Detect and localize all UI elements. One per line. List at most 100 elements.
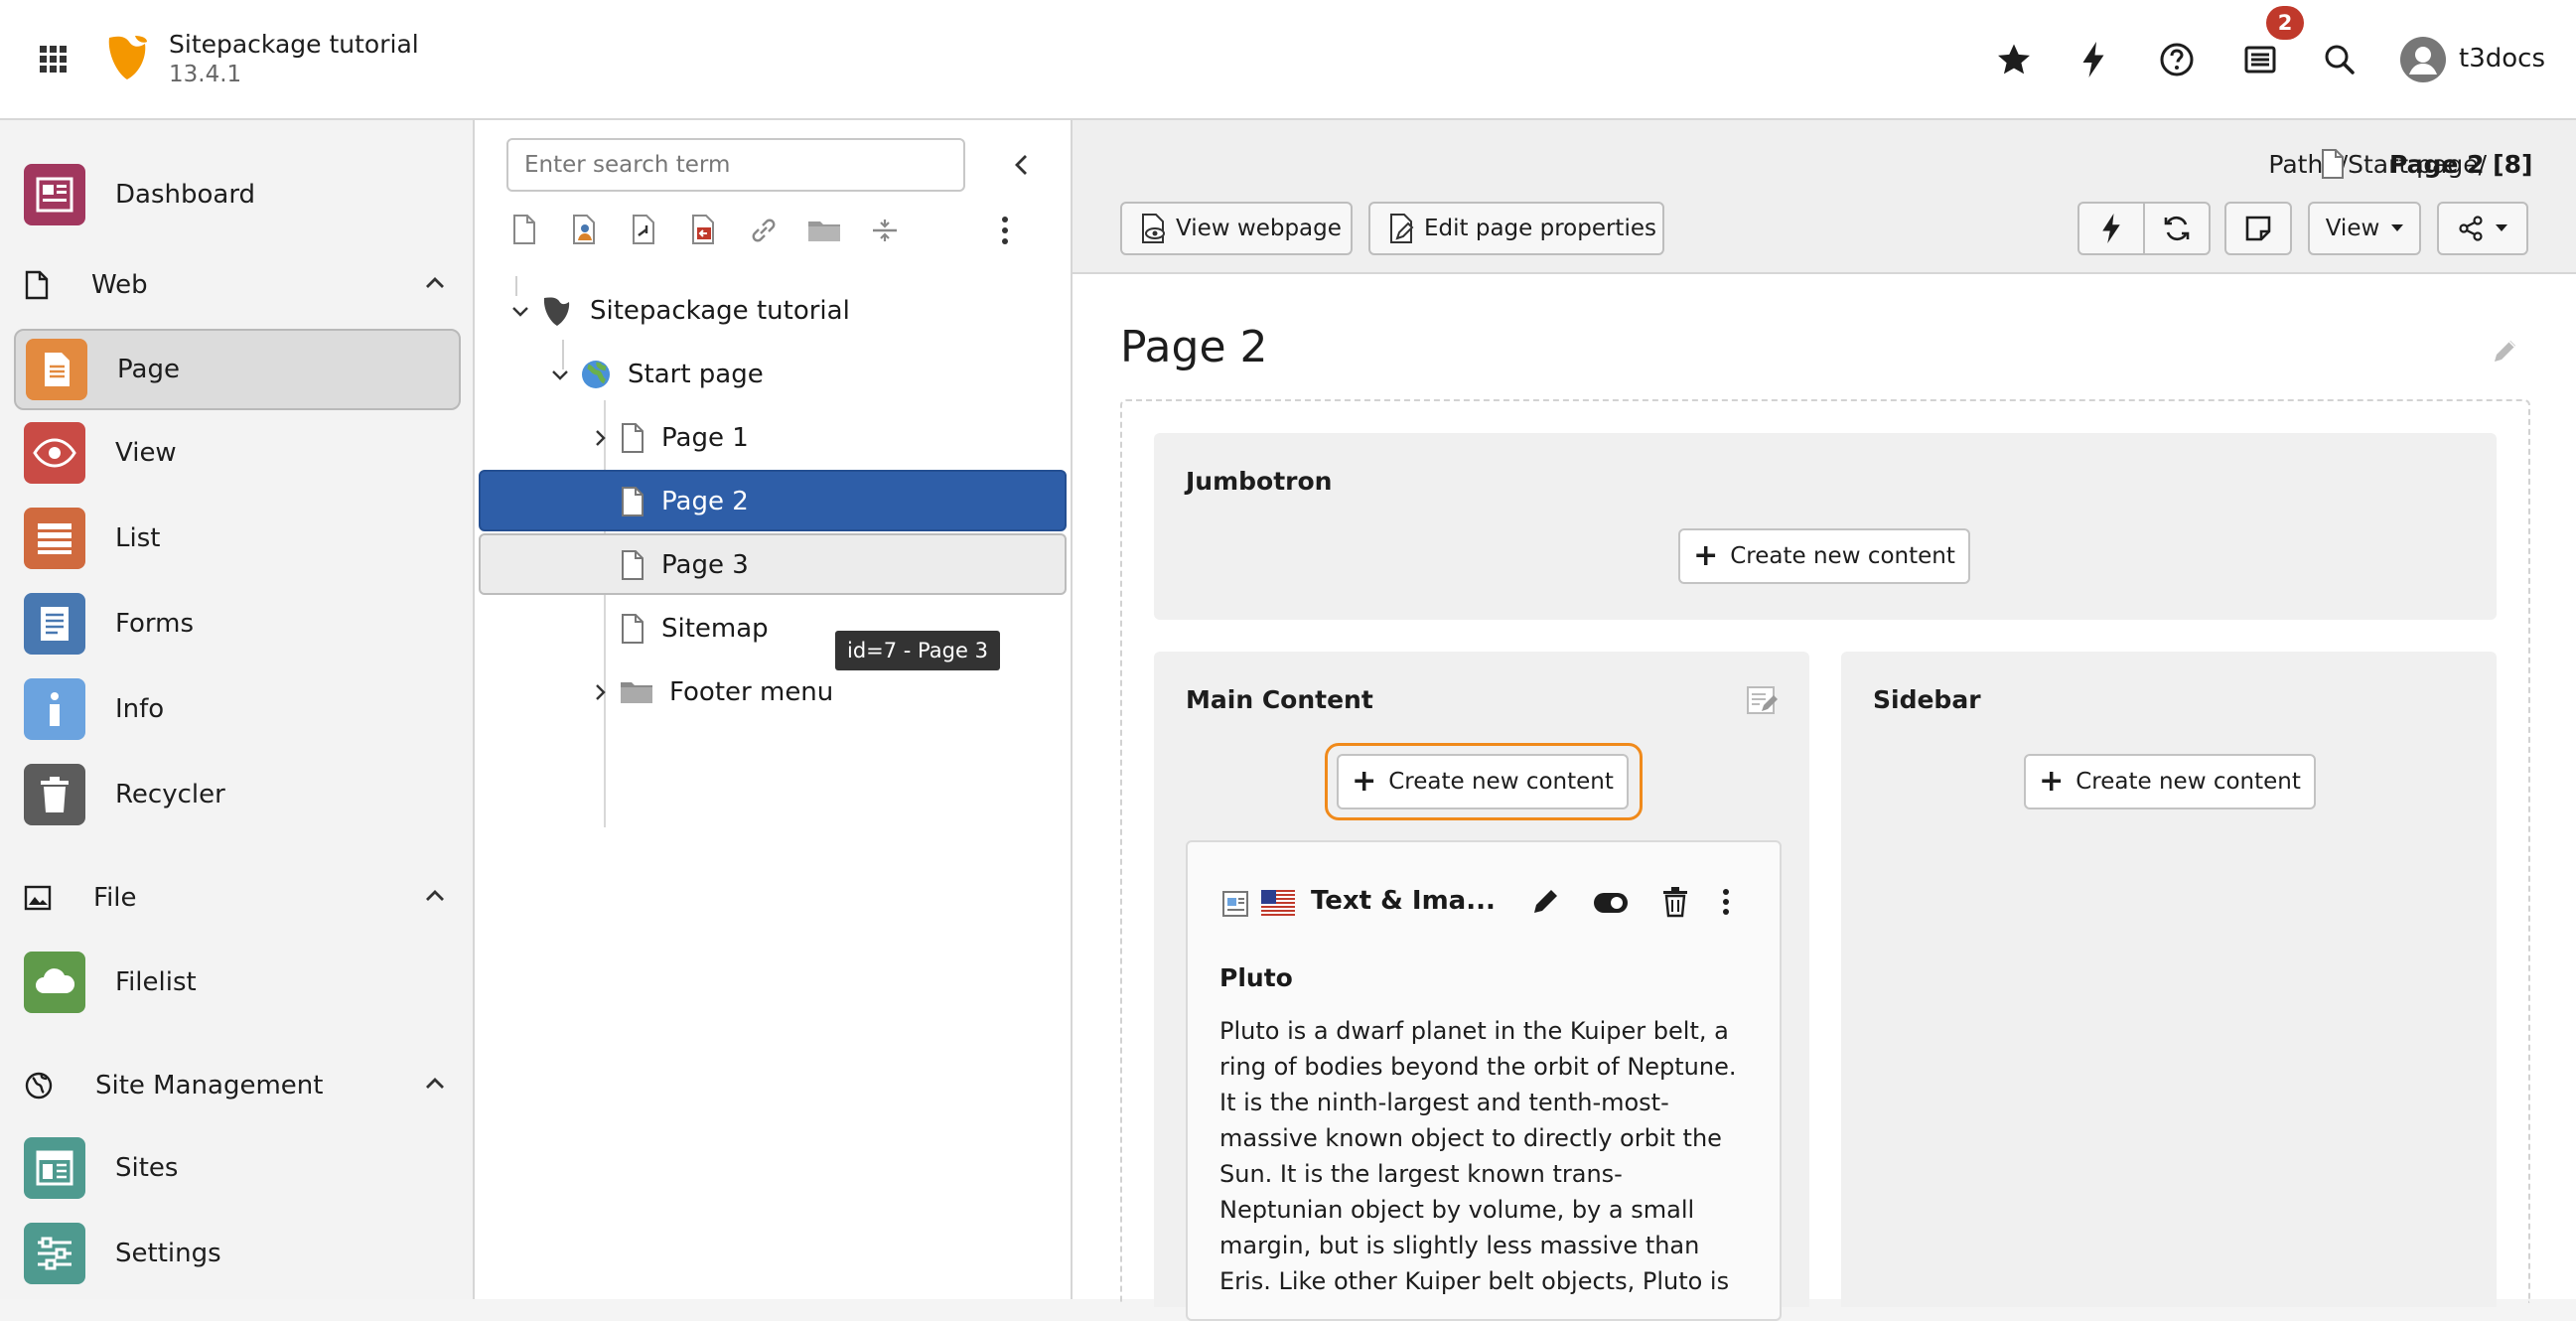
share-dropdown[interactable]	[2437, 202, 2528, 255]
module-forms[interactable]: Forms	[14, 585, 457, 662]
sticky-note-button[interactable]	[2224, 202, 2292, 255]
tree-row-hover[interactable]	[479, 533, 1067, 595]
module-label: Filelist	[115, 967, 197, 997]
delete-trash-icon[interactable]	[1662, 886, 1688, 918]
tree-node-label: Sitepackage tutorial	[590, 296, 850, 326]
module-view[interactable]: View	[14, 414, 457, 492]
folder-icon[interactable]	[806, 218, 842, 243]
spacer-icon[interactable]	[870, 216, 900, 245]
chevron-right-icon[interactable]	[590, 428, 610, 448]
page-icon	[2320, 148, 2346, 180]
module-group-file[interactable]: File	[24, 868, 444, 928]
tree-node-page-1[interactable]: Page 1	[590, 407, 749, 469]
edit-page-properties-button[interactable]: Edit page properties	[1368, 202, 1664, 255]
doc-header: Path: /Start page/ Page 2 [8] View webpa…	[1073, 120, 2576, 274]
chevron-down-icon[interactable]	[550, 365, 570, 384]
button-label: Create new content	[1730, 543, 1955, 569]
toggle-visibility-icon[interactable]	[1593, 892, 1629, 914]
module-grid-icon[interactable]	[24, 30, 83, 89]
new-page-icon[interactable]	[510, 214, 538, 245]
typo3-logo-icon[interactable]	[105, 34, 149, 83]
module-page[interactable]: Page	[14, 329, 461, 410]
tree-node-sitemap[interactable]: Sitemap	[620, 598, 769, 660]
button-label: Edit page properties	[1424, 216, 1656, 241]
tree-node-label: Footer menu	[669, 677, 834, 707]
chevron-up-icon	[423, 884, 447, 908]
tree-node-footer-menu[interactable]: Footer menu	[590, 661, 833, 723]
web-group-icon	[24, 270, 50, 300]
module-group-site-management[interactable]: Site Management	[24, 1056, 444, 1115]
backend-user-page-icon[interactable]	[570, 214, 600, 245]
sliders-icon	[24, 1223, 85, 1284]
tree-node-page-3[interactable]: Page 3	[620, 534, 749, 596]
module-group-label: File	[93, 883, 137, 913]
create-new-content-button[interactable]: + Create new content	[2024, 754, 2316, 809]
help-icon[interactable]	[2147, 30, 2207, 89]
module-menu: Dashboard Web Page View List Forms Info	[0, 120, 475, 1299]
forms-icon	[24, 593, 85, 655]
sites-icon	[24, 1137, 85, 1199]
chevron-right-icon[interactable]	[590, 682, 610, 702]
top-bar: Sitepackage tutorial 13.4.1 2 t3docs	[0, 0, 2576, 120]
eye-icon	[24, 422, 85, 484]
site-name: Sitepackage tutorial	[169, 30, 419, 59]
caret-down-icon	[2391, 224, 2404, 232]
content-bodytext-line: margin, but is slightly less massive tha…	[1219, 1232, 1700, 1259]
page-module-icon	[26, 339, 87, 400]
clear-cache-button[interactable]	[2077, 202, 2145, 255]
star-icon[interactable]	[1984, 30, 2044, 89]
username[interactable]: t3docs	[2459, 44, 2545, 73]
create-new-content-button[interactable]: + Create new content	[1337, 754, 1629, 809]
page-icon	[620, 422, 645, 454]
module-group-web[interactable]: Web	[24, 255, 444, 315]
module-recycler[interactable]: Recycler	[14, 756, 457, 833]
content-element-card[interactable]: Text & Ima... Pluto Pluto is a dwarf pla…	[1186, 840, 1782, 1321]
module-filelist[interactable]: Filelist	[14, 944, 457, 1021]
edit-title-pencil-icon[interactable]	[2491, 336, 2520, 366]
module-sites[interactable]: Sites	[14, 1129, 457, 1207]
tree-node-label: Sitemap	[661, 614, 769, 644]
content-bodytext-line: Sun. It is the largest known trans-	[1219, 1160, 1623, 1188]
module-settings[interactable]: Settings	[14, 1215, 457, 1292]
more-vertical-icon[interactable]	[1001, 216, 1009, 245]
tree-node-label: Page 3	[661, 550, 749, 580]
content-bodytext-line: It is the ninth-largest and tenth-most-	[1219, 1089, 1669, 1116]
module-label: Settings	[115, 1239, 221, 1268]
globe-page-icon	[580, 359, 612, 390]
edit-pencil-icon[interactable]	[1529, 886, 1561, 918]
tree-search-input[interactable]	[506, 138, 965, 192]
collapse-tree-icon[interactable]	[1011, 152, 1033, 178]
module-dashboard[interactable]: Dashboard	[14, 156, 457, 233]
link-icon[interactable]	[749, 216, 779, 245]
flash-icon[interactable]	[2064, 30, 2123, 89]
reload-button[interactable]	[2143, 202, 2211, 255]
module-info[interactable]: Info	[14, 670, 457, 748]
tree-node-page-2[interactable]: Page 2	[620, 471, 749, 532]
user-avatar-icon[interactable]	[2399, 36, 2447, 83]
module-label: View	[115, 438, 177, 468]
content-element-type: Text & Ima...	[1311, 886, 1496, 916]
text-image-ctype-icon	[1221, 890, 1249, 918]
view-webpage-button[interactable]: View webpage	[1120, 202, 1353, 255]
tree-row-selected[interactable]	[479, 470, 1067, 531]
shortcut-page-icon[interactable]	[630, 214, 657, 245]
view-dropdown[interactable]: View	[2308, 202, 2421, 255]
module-label: Page	[117, 355, 180, 384]
column-title: Jumbotron	[1186, 467, 1333, 496]
page-icon	[620, 486, 645, 517]
mountpoint-page-icon[interactable]	[689, 214, 717, 245]
path-current-page[interactable]: Page 2 [8]	[2389, 150, 2532, 179]
module-list[interactable]: List	[14, 500, 457, 577]
search-icon[interactable]	[2310, 30, 2369, 89]
tree-node-root[interactable]: Sitepackage tutorial	[510, 280, 850, 342]
page-icon	[620, 613, 645, 645]
create-new-content-button[interactable]: + Create new content	[1678, 528, 1970, 584]
module-label: Sites	[115, 1153, 179, 1183]
more-vertical-icon[interactable]	[1722, 888, 1730, 916]
tree-node-start-page[interactable]: Start page	[550, 344, 764, 405]
chevron-down-icon[interactable]	[510, 301, 530, 321]
info-icon	[24, 678, 85, 740]
typo3-version: 13.4.1	[169, 62, 242, 87]
column-edit-icon[interactable]	[1746, 685, 1780, 715]
caret-down-icon	[2496, 224, 2507, 232]
